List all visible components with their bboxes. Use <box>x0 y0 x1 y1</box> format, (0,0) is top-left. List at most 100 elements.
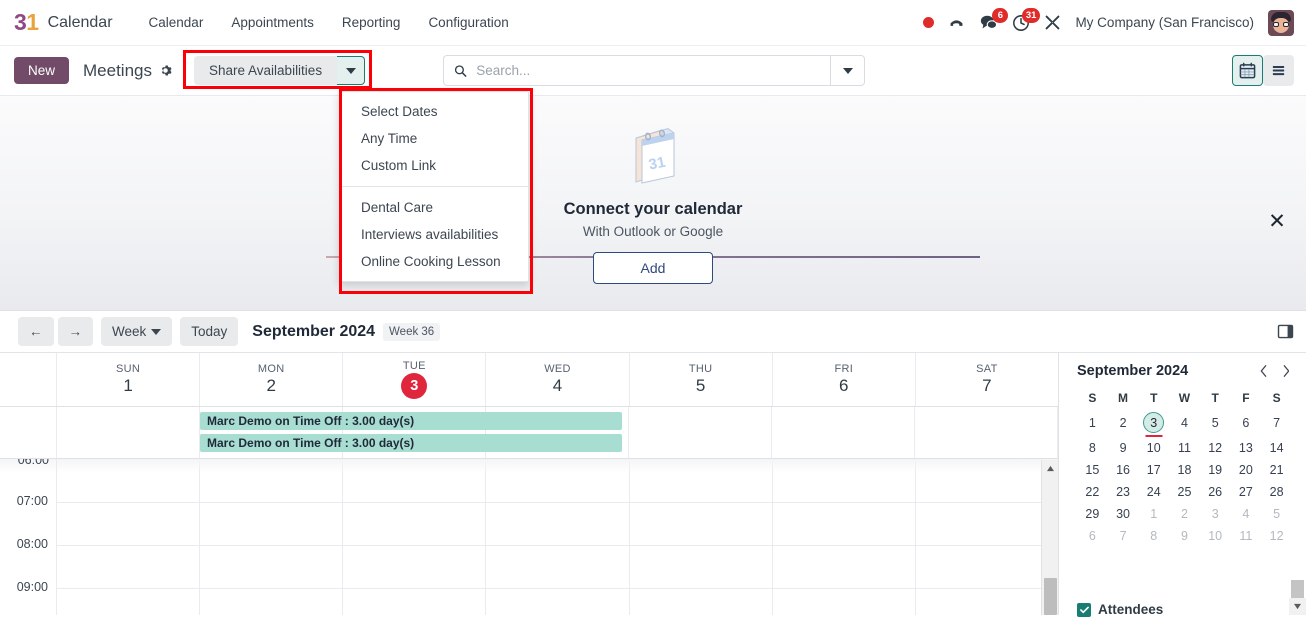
mini-day[interactable]: 19 <box>1200 459 1231 481</box>
day-header-wed[interactable]: WED 4 <box>486 353 630 406</box>
mini-day[interactable]: 10 <box>1138 437 1169 459</box>
mini-day[interactable]: 28 <box>1261 481 1292 503</box>
all-day-cell[interactable] <box>57 407 200 458</box>
add-calendar-button[interactable]: Add <box>593 252 713 284</box>
mini-day[interactable]: 20 <box>1231 459 1262 481</box>
mini-day[interactable]: 4 <box>1169 408 1200 437</box>
scale-selector[interactable]: Week <box>101 317 173 346</box>
time-cell[interactable] <box>486 545 630 588</box>
recording-dot-icon[interactable] <box>923 17 935 28</box>
time-cell[interactable] <box>915 502 1058 545</box>
mini-day[interactable]: 9 <box>1108 437 1139 459</box>
menu-item-calendar[interactable]: Calendar <box>135 9 218 36</box>
scroll-down-icon[interactable] <box>1289 598 1306 615</box>
time-cell[interactable] <box>57 545 201 588</box>
mini-day[interactable]: 29 <box>1077 503 1108 525</box>
today-button[interactable]: Today <box>180 317 239 346</box>
calendar-event[interactable]: Marc Demo on Time Off : 3.00 day(s) <box>200 412 622 430</box>
mini-day-other-month[interactable]: 8 <box>1138 525 1169 547</box>
activities-icon[interactable]: 31 <box>1012 7 1041 32</box>
tools-icon[interactable] <box>1044 14 1061 31</box>
search-input[interactable] <box>476 63 821 78</box>
time-cell[interactable] <box>915 545 1058 588</box>
mini-day[interactable]: 11 <box>1169 437 1200 459</box>
mini-day[interactable]: 17 <box>1138 459 1169 481</box>
day-header-thu[interactable]: THU 5 <box>630 353 773 406</box>
dialpad-icon[interactable] <box>948 14 965 31</box>
next-period-button[interactable]: → <box>57 317 93 346</box>
scrollbar-thumb[interactable] <box>1044 578 1057 615</box>
mini-day[interactable]: 24 <box>1138 481 1169 503</box>
time-cell[interactable] <box>486 459 630 502</box>
mini-day[interactable]: 1 <box>1077 408 1108 437</box>
time-cell[interactable] <box>772 545 916 588</box>
messages-icon[interactable]: 6 <box>979 8 1009 31</box>
mini-day-other-month[interactable]: 3 <box>1200 503 1231 525</box>
mini-day[interactable]: 5 <box>1200 408 1231 437</box>
mini-day[interactable]: 2 <box>1108 408 1139 437</box>
all-day-cell[interactable] <box>629 407 772 458</box>
menu-item-online-cooking-lesson[interactable]: Online Cooking Lesson <box>340 248 528 275</box>
side-panel-toggle-button[interactable] <box>1277 323 1294 340</box>
menu-item-reporting[interactable]: Reporting <box>328 9 415 36</box>
mini-day-other-month[interactable]: 6 <box>1077 525 1108 547</box>
time-cell[interactable] <box>629 588 773 615</box>
user-avatar[interactable] <box>1268 9 1294 36</box>
calendar-vertical-scrollbar[interactable] <box>1041 460 1058 615</box>
all-day-cell[interactable] <box>915 407 1058 458</box>
mini-day-other-month[interactable]: 2 <box>1169 503 1200 525</box>
mini-day[interactable]: 15 <box>1077 459 1108 481</box>
time-cell[interactable] <box>343 459 487 502</box>
mini-prev-month-icon[interactable] <box>1258 364 1269 378</box>
mini-day[interactable]: 26 <box>1200 481 1231 503</box>
day-header-sun[interactable]: SUN 1 <box>57 353 201 406</box>
time-cell[interactable] <box>200 588 344 615</box>
time-cell[interactable] <box>629 502 773 545</box>
calendar-event[interactable]: Marc Demo on Time Off : 3.00 day(s) <box>200 434 622 452</box>
menu-item-dental-care[interactable]: Dental Care <box>340 194 528 221</box>
mini-day-other-month[interactable]: 5 <box>1261 503 1292 525</box>
time-cell[interactable] <box>343 545 487 588</box>
all-day-cell[interactable] <box>772 407 915 458</box>
mini-day[interactable]: 25 <box>1169 481 1200 503</box>
time-cell[interactable] <box>200 545 344 588</box>
mini-day[interactable]: 22 <box>1077 481 1108 503</box>
time-cell[interactable] <box>772 588 916 615</box>
new-button[interactable]: New <box>14 57 70 84</box>
time-cell[interactable] <box>772 459 916 502</box>
mini-day[interactable]: 6 <box>1231 408 1262 437</box>
previous-period-button[interactable]: ← <box>18 317 54 346</box>
time-cell[interactable] <box>343 502 487 545</box>
time-cell[interactable] <box>486 588 630 615</box>
mini-day-other-month[interactable]: 11 <box>1231 525 1262 547</box>
share-availabilities-dropdown-toggle[interactable] <box>337 56 366 85</box>
time-cell[interactable] <box>629 545 773 588</box>
list-view-button[interactable] <box>1263 55 1294 86</box>
close-icon[interactable]: ✕ <box>1265 209 1289 233</box>
side-panel-scrollbar[interactable] <box>1289 353 1306 615</box>
time-cell[interactable] <box>200 502 344 545</box>
day-header-tue[interactable]: TUE 3 <box>343 353 487 406</box>
mini-day[interactable]: 14 <box>1261 437 1292 459</box>
menu-item-appointments[interactable]: Appointments <box>217 9 328 36</box>
mini-day-other-month[interactable]: 12 <box>1261 525 1292 547</box>
time-cell[interactable] <box>57 502 201 545</box>
scrollbar-thumb[interactable] <box>1291 580 1304 598</box>
mini-day[interactable]: 21 <box>1261 459 1292 481</box>
brand-home-link[interactable]: 31 Calendar <box>14 11 113 34</box>
mini-day[interactable]: 30 <box>1108 503 1139 525</box>
mini-day[interactable]: 7 <box>1261 408 1292 437</box>
share-availabilities-button[interactable]: Share Availabilities <box>194 56 338 85</box>
attendees-filter-section[interactable]: Attendees <box>1077 602 1163 617</box>
mini-day[interactable]: 18 <box>1169 459 1200 481</box>
mini-day[interactable]: 8 <box>1077 437 1108 459</box>
mini-day-other-month[interactable]: 1 <box>1138 503 1169 525</box>
menu-item-configuration[interactable]: Configuration <box>414 9 522 36</box>
menu-item-select-dates[interactable]: Select Dates <box>340 98 528 125</box>
time-cell[interactable] <box>915 459 1058 502</box>
mini-day[interactable]: 12 <box>1200 437 1231 459</box>
time-cell[interactable] <box>486 502 630 545</box>
mini-day-other-month[interactable]: 9 <box>1169 525 1200 547</box>
time-cell[interactable] <box>57 459 201 502</box>
mini-day[interactable]: 16 <box>1108 459 1139 481</box>
